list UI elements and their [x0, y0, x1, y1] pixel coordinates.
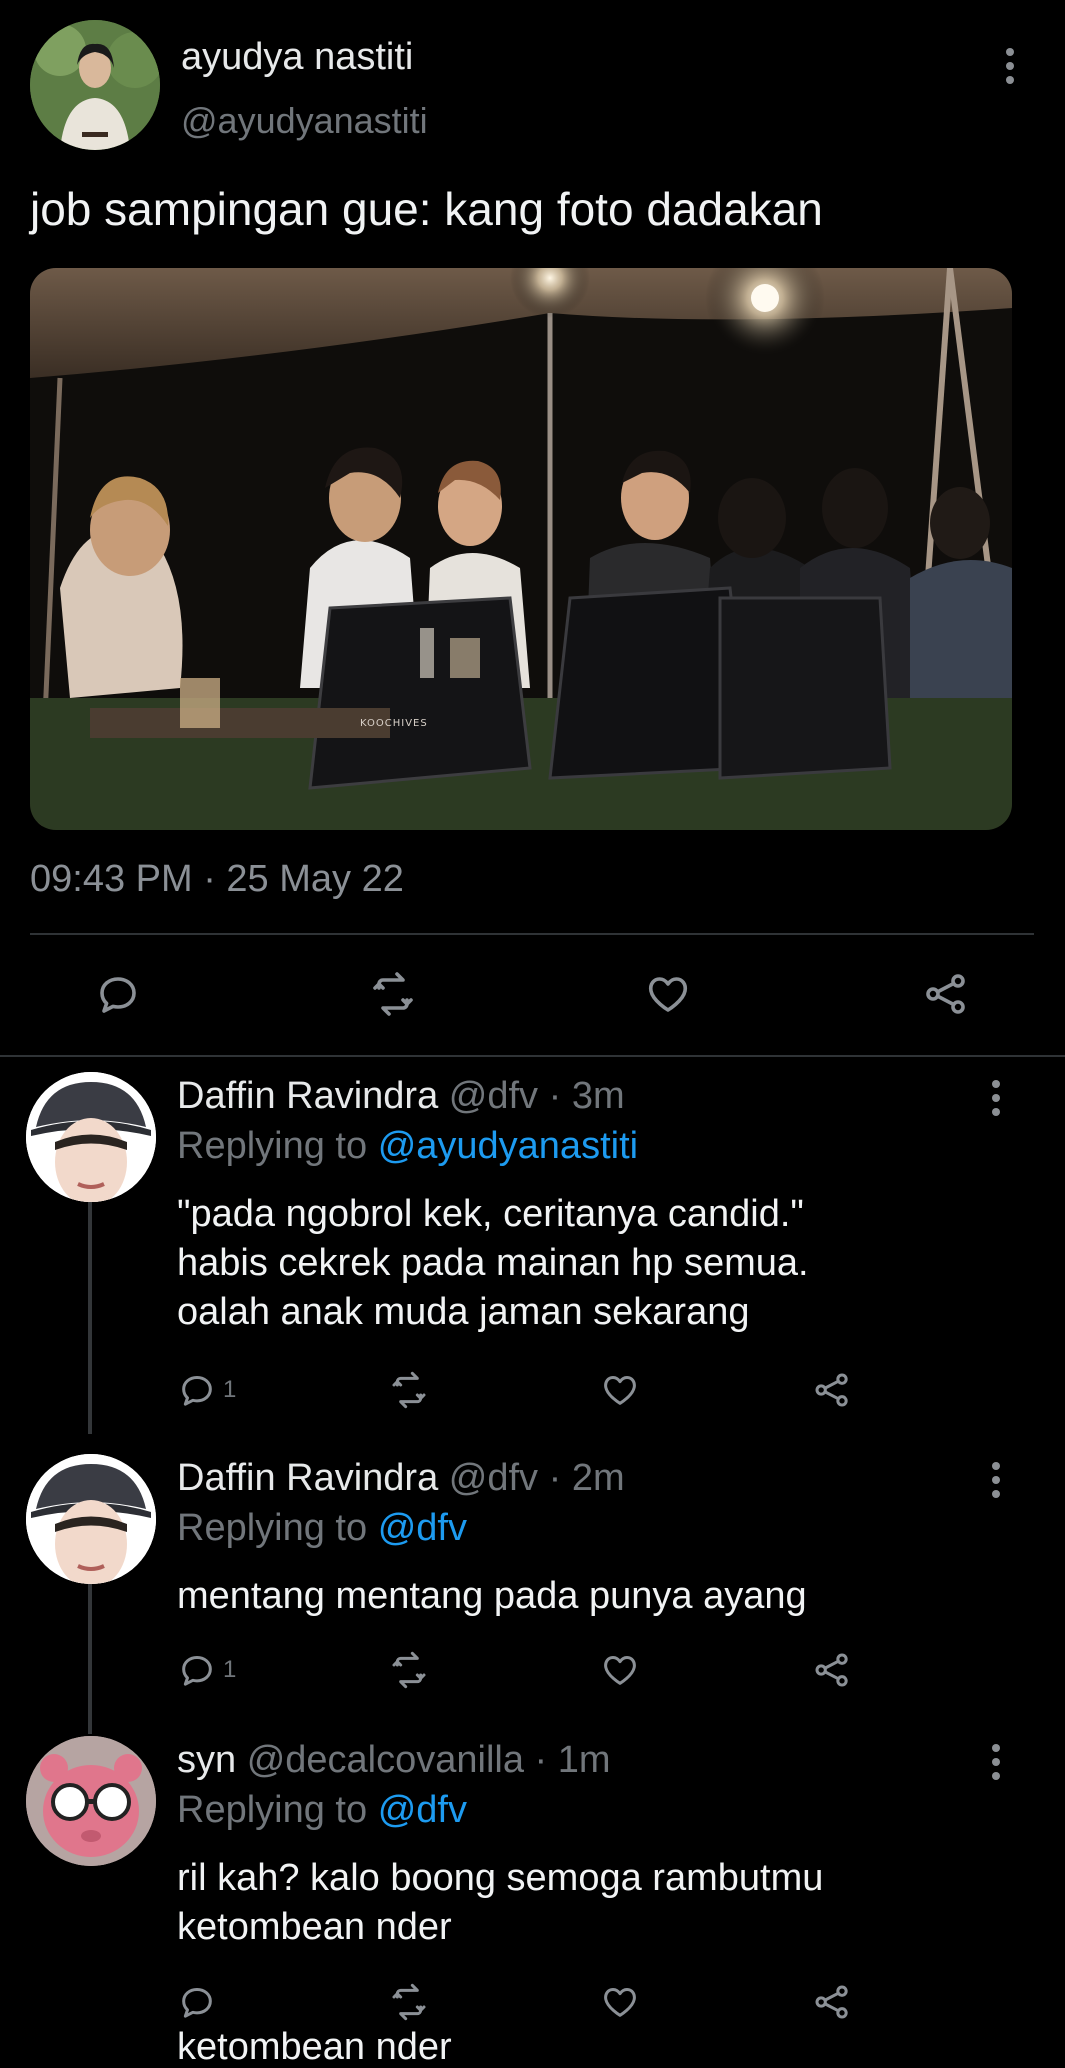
author-handle[interactable]: @ayudyanastiti	[181, 100, 428, 142]
author-avatar[interactable]	[30, 20, 160, 150]
reply-icon[interactable]: 1	[177, 1650, 236, 1690]
tweet-photo[interactable]: KOOCHIVES	[30, 268, 1012, 830]
reply-count: 1	[223, 1376, 237, 1403]
share-icon[interactable]	[812, 1982, 852, 2022]
more-options-icon[interactable]	[1004, 48, 1016, 84]
reply-time[interactable]: · 2m	[549, 1457, 625, 1499]
reply-text-line: "pada ngobrol kek, ceritanya candid."	[177, 1193, 804, 1235]
replying-to-link[interactable]: @dfv	[378, 1507, 467, 1549]
reply-avatar[interactable]	[26, 1736, 156, 1866]
reply-time[interactable]: · 1m	[535, 1739, 611, 1781]
like-icon[interactable]	[600, 1650, 640, 1690]
share-icon[interactable]	[812, 1650, 852, 1690]
replying-to-label: Replying to	[177, 1507, 368, 1549]
photo-watermark: KOOCHIVES	[360, 718, 428, 729]
reply-icon[interactable]	[177, 1982, 217, 2022]
reply-text: mentang mentang pada punya ayang	[177, 1572, 807, 1621]
share-icon[interactable]	[812, 1370, 852, 1410]
reply-display-name[interactable]: Daffin Ravindra	[177, 1075, 438, 1117]
reply-handle[interactable]: @dfv	[449, 1075, 538, 1117]
more-options-icon[interactable]	[990, 1080, 1002, 1116]
reply-text-line: ril kah? kalo boong semoga rambutmu	[177, 1857, 824, 1899]
tweet-timestamp: 09:43 PM · 25 May 22	[30, 858, 404, 900]
retweet-icon[interactable]	[388, 1370, 430, 1410]
replying-to-link[interactable]: @ayudyanastiti	[378, 1125, 638, 1167]
reply-display-name[interactable]: syn	[177, 1739, 236, 1781]
reply-display-name[interactable]: Daffin Ravindra	[177, 1457, 438, 1499]
reply-handle[interactable]: @dfv	[449, 1457, 538, 1499]
replying-to-link[interactable]: @dfv	[378, 1789, 467, 1831]
share-icon[interactable]	[922, 970, 970, 1018]
replying-to-label: Replying to	[177, 1789, 368, 1831]
divider	[30, 933, 1034, 935]
reply-handle[interactable]: @decalcovanilla	[247, 1739, 524, 1781]
thread-line	[88, 1202, 92, 1434]
tweet-text: job sampingan gue: kang foto dadakan	[30, 183, 823, 235]
overflow-text: ketombean nder	[177, 2026, 452, 2068]
like-icon[interactable]	[600, 1370, 640, 1410]
retweet-icon[interactable]	[368, 970, 418, 1018]
more-options-icon[interactable]	[990, 1744, 1002, 1780]
reply-avatar[interactable]	[26, 1454, 156, 1584]
reply-avatar[interactable]	[26, 1072, 156, 1202]
divider	[0, 1055, 1065, 1057]
reply-text-line: oalah anak muda jaman sekarang	[177, 1291, 750, 1333]
reply-icon[interactable]	[94, 970, 142, 1018]
thread-line	[88, 1584, 92, 1734]
reply-icon[interactable]: 1	[177, 1370, 236, 1410]
reply-text-line: habis cekrek pada mainan hp semua.	[177, 1242, 809, 1284]
replying-to-label: Replying to	[177, 1125, 368, 1167]
more-options-icon[interactable]	[990, 1462, 1002, 1498]
reply-text-line: ketombean nder	[177, 1906, 452, 1948]
like-icon[interactable]	[644, 970, 692, 1018]
author-display-name[interactable]: ayudya nastiti	[181, 36, 413, 79]
retweet-icon[interactable]	[388, 1650, 430, 1690]
reply-text: ril kah? kalo boong semoga rambutmu keto…	[177, 1854, 823, 1952]
reply-text-line: mentang mentang pada punya ayang	[177, 1575, 807, 1617]
reply-time[interactable]: · 3m	[549, 1075, 625, 1117]
retweet-icon[interactable]	[388, 1982, 430, 2022]
reply-text: "pada ngobrol kek, ceritanya candid." ha…	[177, 1190, 809, 1337]
reply-count: 1	[223, 1656, 237, 1683]
like-icon[interactable]	[600, 1982, 640, 2022]
